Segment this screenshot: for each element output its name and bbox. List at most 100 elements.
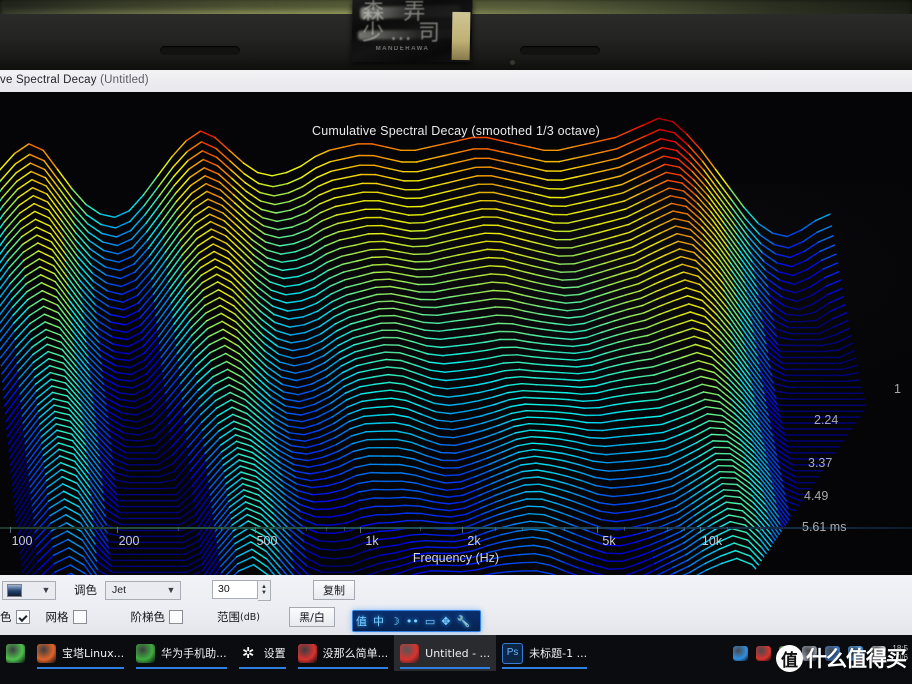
bezel-vent-left bbox=[160, 46, 240, 55]
x-tick-minor bbox=[344, 527, 346, 531]
x-tick-major bbox=[462, 527, 463, 533]
x-axis-line bbox=[0, 527, 912, 529]
taskbar-item[interactable]: 没那么简单... bbox=[292, 635, 395, 671]
window-title: ve Spectral Decay (Untitled) bbox=[0, 74, 149, 86]
taskbar-item-label: 设置 bbox=[263, 647, 286, 660]
chevron-down-icon: ▼ bbox=[41, 585, 51, 595]
color-toggle-label: 色 bbox=[0, 610, 12, 624]
taskbar-item-label: 宝塔Linux... bbox=[62, 647, 125, 660]
grid-label: 网格 bbox=[45, 610, 69, 624]
x-tick-label: 500 bbox=[256, 534, 278, 548]
ime-button[interactable]: 中 bbox=[373, 613, 384, 629]
black-white-button[interactable]: 黑/白 bbox=[288, 607, 335, 627]
range-spinner[interactable]: 30 ▲ ▼ bbox=[212, 579, 271, 601]
x-tick-minor bbox=[326, 527, 328, 531]
taskbar-active-underline bbox=[37, 667, 125, 669]
taskbar-item[interactable]: 华为手机助... bbox=[130, 635, 233, 671]
color-toggle-checkbox[interactable] bbox=[15, 610, 30, 624]
x-tick-label: 200 bbox=[118, 534, 140, 548]
netease-tray-icon[interactable] bbox=[756, 645, 772, 661]
colormap-select[interactable]: Jet ▼ bbox=[105, 580, 181, 600]
stepped-color-checkbox[interactable] bbox=[169, 610, 183, 624]
wechat-icon bbox=[6, 643, 25, 663]
x-tick-minor bbox=[494, 527, 496, 531]
taskbar-item[interactable]: Untitled - ... bbox=[394, 635, 497, 671]
object-tape bbox=[451, 11, 471, 61]
browser-icon[interactable] bbox=[733, 645, 749, 661]
taskbar-item[interactable] bbox=[0, 635, 31, 671]
ime-button[interactable]: ☽ bbox=[390, 615, 400, 628]
gear-icon: ✲ bbox=[241, 644, 255, 662]
time-tick-label: 2.24 bbox=[814, 413, 839, 427]
x-axis-title: Frequency (Hz) bbox=[412, 551, 500, 565]
firefox-icon bbox=[37, 643, 56, 663]
taskbar-item[interactable]: ✲ 设置 bbox=[233, 635, 292, 671]
photo-of-monitor: 森 弄少…司 MANDERAWA ve Spectral Decay (Unti… bbox=[0, 0, 912, 684]
x-tick-major bbox=[700, 527, 701, 533]
range-unit-label: (dB) bbox=[240, 611, 260, 623]
x-tick-minor bbox=[684, 527, 686, 531]
ime-button[interactable]: 值 bbox=[356, 613, 367, 629]
range-spinner-buttons[interactable]: ▲ ▼ bbox=[258, 579, 271, 601]
time-tick-label: 3.37 bbox=[808, 456, 833, 470]
chevron-down-icon: ▼ bbox=[166, 585, 176, 595]
x-tick-major bbox=[597, 527, 598, 533]
time-tick-label: 4.49 bbox=[804, 489, 829, 503]
cumulative-spectral-decay-plot[interactable] bbox=[0, 92, 912, 575]
photoshop-icon: Ps bbox=[502, 642, 524, 664]
x-tick-major bbox=[117, 527, 118, 533]
x-tick-minor bbox=[624, 527, 626, 531]
window-title-text: ve Spectral Decay bbox=[0, 74, 97, 86]
x-tick-major bbox=[360, 527, 361, 533]
taskbar-item-label: Untitled - ... bbox=[425, 646, 491, 660]
rew-icon bbox=[400, 643, 420, 663]
netease-music-icon bbox=[297, 643, 317, 663]
x-tick-minor bbox=[646, 527, 648, 531]
window-document-name: (Untitled) bbox=[100, 74, 149, 86]
watermark-badge: 值 bbox=[776, 644, 803, 672]
x-tick-label: 2k bbox=[467, 534, 481, 548]
time-tick-label: 5.61 ms bbox=[802, 520, 847, 534]
grid-checkbox[interactable] bbox=[72, 610, 87, 624]
ime-toolbar[interactable]: 值中 ☽ •• ▭ ✥ 🔧 bbox=[352, 610, 481, 632]
watermark-text: 什么值得买 bbox=[806, 647, 907, 671]
bezel-vent-right bbox=[520, 46, 600, 55]
x-tick-minor bbox=[305, 527, 307, 531]
x-tick-major bbox=[255, 527, 256, 533]
stepped-color-label: 阶梯色 bbox=[130, 610, 166, 624]
taskbar-active-underline bbox=[502, 667, 588, 669]
x-tick-minor bbox=[521, 527, 523, 531]
ime-button[interactable]: 🔧 bbox=[456, 615, 470, 628]
object-brand: MANDERAWA bbox=[375, 46, 430, 52]
x-tick-label: 100 bbox=[11, 534, 33, 548]
x-tick-minor bbox=[282, 527, 284, 531]
waterfall-surface bbox=[0, 117, 909, 575]
chart-title: Cumulative Spectral Decay (smoothed 1/3 … bbox=[311, 124, 600, 138]
x-tick-minor bbox=[760, 527, 762, 531]
taskbar-item[interactable]: Ps 未标题-1 ... bbox=[496, 635, 593, 671]
ime-button[interactable]: ▭ bbox=[425, 615, 435, 628]
ime-button[interactable]: •• bbox=[406, 615, 419, 628]
colormap-value: Jet bbox=[112, 584, 127, 596]
taskbar-item-label: 没那么简单... bbox=[322, 647, 389, 660]
ime-button[interactable]: ✥ bbox=[441, 615, 450, 628]
x-tick-minor bbox=[666, 527, 668, 531]
smzdm-watermark: 值 什么值得买 bbox=[776, 638, 907, 678]
x-tick-label: 5k bbox=[602, 534, 616, 548]
taskbar-item-label: 华为手机助... bbox=[161, 647, 227, 660]
bezel-sensor-dot bbox=[510, 60, 515, 65]
taskbar-item-label: 未标题-1 ... bbox=[529, 647, 588, 660]
x-tick-minor bbox=[178, 527, 180, 531]
x-tick-label: 10k bbox=[701, 534, 723, 548]
huawei-icon bbox=[136, 643, 156, 663]
x-tick-minor bbox=[221, 527, 223, 531]
colormap-preview-dropdown[interactable]: ▼ bbox=[2, 580, 56, 600]
range-value[interactable]: 30 bbox=[212, 579, 258, 599]
colormap-thumbnail bbox=[7, 583, 22, 597]
colormap-label: 调色 bbox=[74, 583, 97, 597]
object-glare-mid bbox=[357, 29, 454, 40]
taskbar-active-underline bbox=[238, 667, 286, 669]
taskbar-item[interactable]: 宝塔Linux... bbox=[31, 635, 130, 671]
copy-button[interactable]: 复制 bbox=[313, 580, 355, 600]
x-tick-minor bbox=[419, 527, 421, 531]
